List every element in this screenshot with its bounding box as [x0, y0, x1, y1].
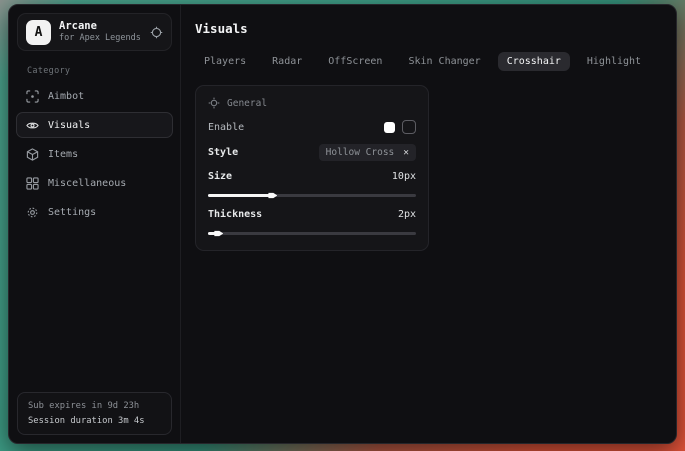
app-logo: A	[26, 20, 51, 45]
thickness-value: 2px	[398, 209, 416, 220]
tab-radar[interactable]: Radar	[263, 52, 311, 71]
crosshair-scan-icon	[26, 90, 39, 103]
sidebar-item-label: Items	[48, 149, 78, 160]
sidebar-item-miscellaneous[interactable]: Miscellaneous	[16, 170, 173, 196]
tab-players[interactable]: Players	[195, 52, 255, 71]
size-slider[interactable]	[208, 192, 416, 199]
color-swatch[interactable]	[384, 122, 395, 133]
main-content: Visuals Players Radar OffScreen Skin Cha…	[181, 5, 676, 443]
category-label: Category	[27, 66, 180, 76]
tab-offscreen[interactable]: OffScreen	[319, 52, 391, 71]
page-title: Visuals	[195, 21, 662, 36]
subscription-info-card: Sub expires in 9d 23h Session duration 3…	[17, 392, 172, 435]
section-title: General	[227, 98, 267, 109]
thickness-row: Thickness 2px	[208, 209, 416, 220]
brand-text: Arcane for Apex Legends	[59, 20, 142, 44]
style-selected-value: Hollow Cross	[326, 147, 395, 158]
sidebar-item-label: Aimbot	[48, 91, 84, 102]
crosshair-dotted-icon	[208, 97, 220, 109]
enable-checkbox[interactable]	[402, 120, 416, 134]
style-label: Style	[208, 147, 238, 158]
sidebar-item-items[interactable]: Items	[16, 141, 173, 167]
sidebar-item-visuals[interactable]: Visuals	[16, 112, 173, 138]
brand-card: A Arcane for Apex Legends	[17, 13, 172, 51]
slider-fill	[208, 194, 270, 197]
tab-skin-changer[interactable]: Skin Changer	[399, 52, 489, 71]
app-subtitle: for Apex Legends	[59, 33, 142, 44]
general-panel: General Enable Style Hollow Cross ✕ Size…	[195, 85, 429, 251]
tab-bar: Players Radar OffScreen Skin Changer Cro…	[195, 52, 662, 71]
grid-icon	[26, 177, 39, 190]
package-icon	[26, 148, 39, 161]
size-label: Size	[208, 171, 232, 182]
sidebar-item-label: Settings	[48, 207, 96, 218]
enable-controls	[384, 120, 416, 134]
size-row: Size 10px	[208, 171, 416, 182]
tab-highlight[interactable]: Highlight	[578, 52, 650, 71]
tab-crosshair[interactable]: Crosshair	[498, 52, 570, 71]
sidebar-item-label: Visuals	[48, 120, 90, 131]
enable-row: Enable	[208, 120, 416, 134]
thickness-slider[interactable]	[208, 230, 416, 237]
sidebar-nav: Aimbot Visuals Items	[9, 83, 180, 225]
sidebar-item-label: Miscellaneous	[48, 178, 126, 189]
app-title: Arcane	[59, 20, 142, 33]
gear-icon	[26, 206, 39, 219]
sidebar-item-aimbot[interactable]: Aimbot	[16, 83, 173, 109]
clear-icon[interactable]: ✕	[403, 148, 409, 158]
size-value: 10px	[392, 171, 416, 182]
eye-icon	[26, 119, 39, 132]
thickness-label: Thickness	[208, 209, 262, 220]
sidebar: A Arcane for Apex Legends Category	[9, 5, 181, 443]
sub-expires-text: Sub expires in 9d 23h	[28, 401, 161, 411]
section-header: General	[208, 97, 416, 109]
style-select[interactable]: Hollow Cross ✕	[319, 144, 416, 161]
enable-label: Enable	[208, 122, 244, 133]
target-icon[interactable]	[150, 26, 163, 39]
sidebar-item-settings[interactable]: Settings	[16, 199, 173, 225]
app-window: A Arcane for Apex Legends Category	[8, 4, 677, 444]
session-duration-text: Session duration 3m 4s	[28, 416, 161, 426]
sidebar-spacer	[9, 225, 180, 384]
slider-track	[208, 232, 416, 235]
style-row: Style Hollow Cross ✕	[208, 144, 416, 161]
